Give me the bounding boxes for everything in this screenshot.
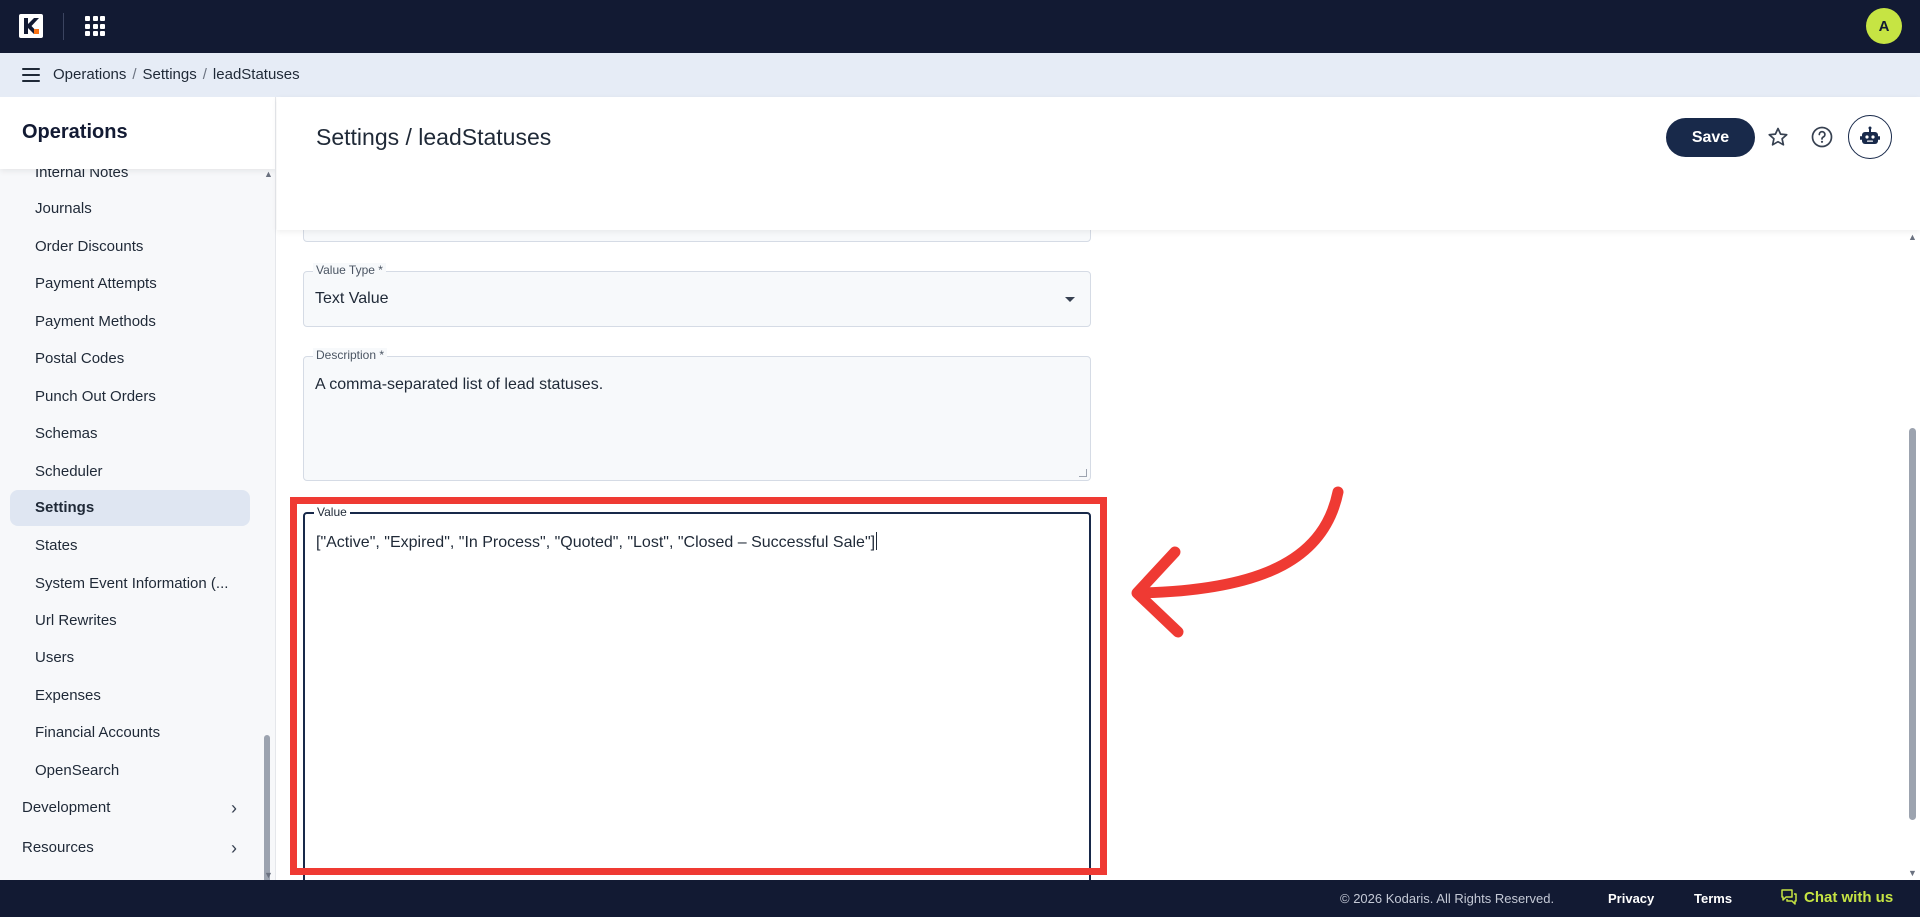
breadcrumb-separator: / xyxy=(132,66,137,83)
resize-handle-icon[interactable] xyxy=(1079,469,1087,477)
sidebar-header: Operations xyxy=(0,97,275,169)
sidebar-item-order-discounts[interactable]: Order Discounts xyxy=(10,229,250,265)
chevron-right-icon: › xyxy=(231,798,237,818)
sidebar: Operations Internal Notes Journals Order… xyxy=(0,97,276,880)
sidebar-item-payment-methods[interactable]: Payment Methods xyxy=(10,304,250,340)
save-button[interactable]: Save xyxy=(1666,118,1755,157)
page-title: Settings / leadStatuses xyxy=(316,124,552,150)
footer: © 2026 Kodaris. All Rights Reserved. Pri… xyxy=(0,880,1920,917)
sidebar-item-punch-out-orders[interactable]: Punch Out Orders xyxy=(10,379,250,415)
sidebar-group-development[interactable]: Development › xyxy=(22,790,237,826)
sidebar-item-journals[interactable]: Journals xyxy=(10,191,250,227)
apps-grid-icon[interactable] xyxy=(85,16,105,36)
breadcrumb-separator: / xyxy=(202,66,207,83)
sidebar-item-postal-codes[interactable]: Postal Codes xyxy=(10,341,250,377)
sidebar-item-opensearch[interactable]: OpenSearch xyxy=(10,753,250,789)
chat-label: Chat with us xyxy=(1804,888,1894,906)
breadcrumb-settings[interactable]: Settings xyxy=(143,66,197,83)
sidebar-title: Operations xyxy=(22,121,128,143)
value-text: ["Active", "Expired", "In Process", "Quo… xyxy=(316,534,876,551)
breadcrumb: Operations / Settings / leadStatuses xyxy=(53,66,300,83)
sidebar-item-payment-attempts[interactable]: Payment Attempts xyxy=(10,266,250,302)
menu-icon[interactable] xyxy=(22,68,40,82)
sidebar-scrollbar-thumb[interactable] xyxy=(264,735,270,880)
settings-form: Value Type * Text Value Description * A … xyxy=(277,210,1908,890)
breadcrumb-operations[interactable]: Operations xyxy=(53,66,126,83)
sidebar-item-settings[interactable]: Settings xyxy=(10,490,250,526)
value-type-value: Text Value xyxy=(315,290,389,307)
scroll-down-icon[interactable]: ▼ xyxy=(1908,868,1917,878)
value-type-select[interactable]: Value Type * Text Value xyxy=(303,263,1091,327)
dropdown-arrow-icon xyxy=(1065,297,1075,302)
sidebar-group-label: Resources xyxy=(22,839,94,856)
sidebar-item-url-rewrites[interactable]: Url Rewrites xyxy=(10,603,250,639)
main-scrollbar-thumb[interactable] xyxy=(1909,428,1916,820)
sidebar-item-states[interactable]: States xyxy=(10,528,250,564)
scroll-up-icon[interactable]: ▲ xyxy=(1908,232,1917,242)
privacy-link[interactable]: Privacy xyxy=(1608,891,1654,906)
sidebar-item-users[interactable]: Users xyxy=(10,640,250,676)
top-bar: A xyxy=(0,0,1920,53)
sidebar-item-expenses[interactable]: Expenses xyxy=(10,678,250,714)
kodaris-logo-icon[interactable] xyxy=(19,14,43,38)
scroll-up-icon[interactable]: ▲ xyxy=(264,169,273,179)
text-caret xyxy=(876,532,878,550)
value-textarea[interactable]: Value ["Active", "Expired", "In Process"… xyxy=(303,505,1091,890)
assistant-bot-icon[interactable] xyxy=(1848,115,1892,159)
sidebar-group-resources[interactable]: Resources › xyxy=(22,830,237,866)
topbar-divider xyxy=(63,13,64,40)
star-icon[interactable] xyxy=(1764,123,1792,151)
sidebar-scrollbar[interactable]: ▲ ▼ xyxy=(262,169,273,880)
description-text: A comma-separated list of lead statuses. xyxy=(315,376,604,393)
terms-link[interactable]: Terms xyxy=(1694,891,1732,906)
avatar[interactable]: A xyxy=(1866,8,1902,44)
copyright-text: © 2026 Kodaris. All Rights Reserved. xyxy=(1340,891,1555,906)
chat-icon xyxy=(1781,889,1797,905)
help-icon[interactable] xyxy=(1808,123,1836,151)
main-scrollbar[interactable]: ▲ ▼ xyxy=(1906,230,1918,880)
sidebar-item-system-event-information[interactable]: System Event Information (... xyxy=(10,566,250,602)
description-label: Description * xyxy=(313,348,388,362)
chevron-right-icon: › xyxy=(231,838,237,858)
scroll-down-icon[interactable]: ▼ xyxy=(264,870,273,880)
sidebar-item-scheduler[interactable]: Scheduler xyxy=(10,454,250,490)
breadcrumb-current: leadStatuses xyxy=(212,66,300,83)
sidebar-item-financial-accounts[interactable]: Financial Accounts xyxy=(10,715,250,751)
sidebar-item-schemas[interactable]: Schemas xyxy=(10,416,250,452)
sidebar-group-label: Development xyxy=(22,799,111,816)
breadcrumb-bar: Operations / Settings / leadStatuses xyxy=(0,53,1920,97)
page-header: Settings / leadStatuses Save xyxy=(277,97,1920,230)
value-label: Value xyxy=(314,505,350,519)
description-field[interactable]: Description * A comma-separated list of … xyxy=(303,348,1091,481)
chat-with-us-link[interactable]: Chat with us xyxy=(1780,888,1893,906)
value-type-label: Value Type * xyxy=(313,263,386,277)
